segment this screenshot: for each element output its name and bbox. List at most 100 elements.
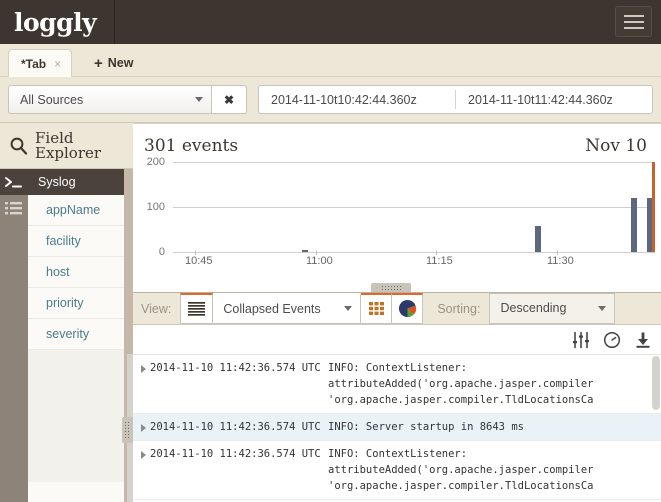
sorting-label: Sorting: <box>437 301 481 316</box>
grip-dots-icon <box>381 284 401 291</box>
pie-chart-icon[interactable] <box>392 292 424 324</box>
horizontal-resize-handle[interactable] <box>371 283 411 292</box>
plus-icon: + <box>94 54 103 72</box>
log-message: INFO: Server startup in 8643 ms <box>328 421 524 433</box>
field-explorer-header: Field Explorer <box>0 123 133 169</box>
field-item-appname[interactable]: appName <box>28 195 133 226</box>
chevron-down-icon <box>598 305 607 311</box>
chevron-down-icon <box>344 306 353 311</box>
settings-sliders-icon[interactable] <box>572 331 590 349</box>
view-mode-value: Collapsed Events <box>223 301 321 316</box>
chart-date-label: Nov 10 <box>585 136 647 156</box>
download-icon[interactable] <box>634 331 652 349</box>
sorting-value: Descending <box>500 301 567 315</box>
field-item-severity[interactable]: severity <box>28 319 133 350</box>
log-message: INFO: ContextListener: attributeAdded('o… <box>328 362 594 406</box>
source-select-value: All Sources <box>20 92 84 107</box>
clock-icon-glyph <box>603 331 621 348</box>
date-range-group <box>258 85 653 114</box>
tab-strip: *Tab × + New <box>0 44 661 77</box>
rail-icon-list <box>0 169 28 221</box>
grip-dots-icon <box>124 421 131 439</box>
view-mode-group: Collapsed Events <box>180 292 424 324</box>
chevron-down-icon <box>195 97 203 102</box>
expand-arrow-icon[interactable] <box>141 451 146 459</box>
grid-view-icon[interactable] <box>361 292 393 324</box>
download-icon-glyph <box>636 332 650 348</box>
field-panel-empty-area <box>28 350 133 482</box>
close-icon: ✖ <box>223 92 235 107</box>
source-select[interactable]: All Sources <box>8 85 211 114</box>
field-explorer-title: Field Explorer <box>35 128 102 162</box>
field-item-priority[interactable]: priority <box>28 288 133 319</box>
log-action-row <box>133 325 661 354</box>
brand-bar: loggly <box>0 0 661 44</box>
tab-active[interactable]: *Tab × <box>8 49 73 77</box>
log-row[interactable]: 2014-11-10 11:42:36.574 UTC INFO: Context… <box>133 355 661 414</box>
terminal-icon[interactable] <box>0 169 28 195</box>
chart-x-tick-label: 11:30 <box>547 251 574 267</box>
close-icon[interactable]: × <box>54 58 61 70</box>
filter-bar: All Sources ✖ <box>0 77 661 123</box>
chart-title: 301 events <box>144 136 239 156</box>
chart-x-axis: 10:45 11:00 11:15 11:30 <box>173 251 655 272</box>
chart-x-tick-label: 10:45 <box>185 251 213 267</box>
log-timestamp: 2014-11-10 11:42:36.574 UTC <box>150 421 321 433</box>
field-item-facility[interactable]: facility <box>28 226 133 257</box>
field-item-host[interactable]: host <box>28 257 133 288</box>
log-message: INFO: ContextListener: attributeAdded('o… <box>328 448 594 492</box>
hamburger-icon-line <box>623 26 644 29</box>
expand-arrow-icon[interactable] <box>141 424 146 432</box>
hamburger-menu-button[interactable] <box>615 6 652 37</box>
list-icon-glyph <box>5 201 22 214</box>
field-explorer-panel: Syslog appName facility host priority se… <box>28 169 133 502</box>
chart-plot-area[interactable]: 0 100 200 <box>147 156 655 258</box>
new-tab-button[interactable]: + New <box>84 49 143 77</box>
grid-view-icon-glyph <box>368 302 384 315</box>
date-to-input[interactable] <box>456 86 652 113</box>
chart-y-tick-label: 0 <box>158 246 165 258</box>
search-icon[interactable] <box>9 136 28 155</box>
field-group-syslog[interactable]: Syslog <box>28 169 133 195</box>
chart-bar[interactable] <box>535 226 541 252</box>
log-list[interactable]: 2014-11-10 11:42:36.574 UTC INFO: Context… <box>133 354 661 502</box>
log-timestamp: 2014-11-10 11:42:36.574 UTC <box>150 362 321 374</box>
loggly-logo: loggly <box>0 0 115 44</box>
pie-chart-icon-glyph <box>398 299 416 318</box>
date-from-input[interactable] <box>259 86 455 113</box>
chart-x-tick-label: 11:15 <box>426 251 453 267</box>
chart-x-tick-label: 11:00 <box>306 251 333 267</box>
clock-icon[interactable] <box>603 331 621 349</box>
chart-now-marker <box>652 162 655 252</box>
clear-source-button[interactable]: ✖ <box>211 85 247 114</box>
log-timestamp: 2014-11-10 11:42:36.574 UTC <box>150 448 321 460</box>
list-view-icon-glyph <box>188 302 206 316</box>
expand-arrow-icon[interactable] <box>141 365 146 373</box>
list-icon[interactable] <box>0 195 28 221</box>
hamburger-icon-line <box>623 20 644 23</box>
log-list-scrollbar[interactable] <box>652 356 660 410</box>
hamburger-icon-line <box>623 14 644 17</box>
field-list: appName facility host priority severity <box>28 195 133 377</box>
events-chart-panel: 301 events Nov 10 0 100 200 10:45 11:00 11:1… <box>133 123 661 288</box>
terminal-icon-glyph <box>5 177 22 188</box>
chart-bar[interactable] <box>631 197 637 252</box>
chart-gridline: 200 <box>147 156 655 168</box>
loggly-app: loggly *Tab × + New All Sources ✖ 2014-1… <box>0 0 661 502</box>
view-toolbar: View: Collapsed Events Sorting: Descendi… <box>133 292 661 325</box>
sorting-select[interactable]: Descending <box>489 292 616 324</box>
view-mode-select[interactable]: Collapsed Events <box>213 292 362 324</box>
list-view-icon[interactable] <box>180 292 214 324</box>
tab-label: *Tab <box>21 56 47 71</box>
chart-y-tick-label: 200 <box>146 156 165 168</box>
source-filter-group: All Sources ✖ <box>8 85 247 114</box>
settings-sliders-icon-glyph <box>573 331 589 348</box>
new-tab-label: New <box>107 56 134 70</box>
chart-y-tick-label: 100 <box>146 201 165 213</box>
log-row[interactable]: 2014-11-10 11:42:36.574 UTC INFO: Context… <box>133 441 661 500</box>
chart-gridline: 100 <box>147 201 655 213</box>
chart-header: 301 events Nov 10 <box>133 124 661 156</box>
view-label: View: <box>141 301 172 316</box>
log-row[interactable]: 2014-11-10 11:42:36.574 UTC INFO: Server … <box>133 414 661 441</box>
vertical-resize-handle[interactable] <box>122 417 133 443</box>
